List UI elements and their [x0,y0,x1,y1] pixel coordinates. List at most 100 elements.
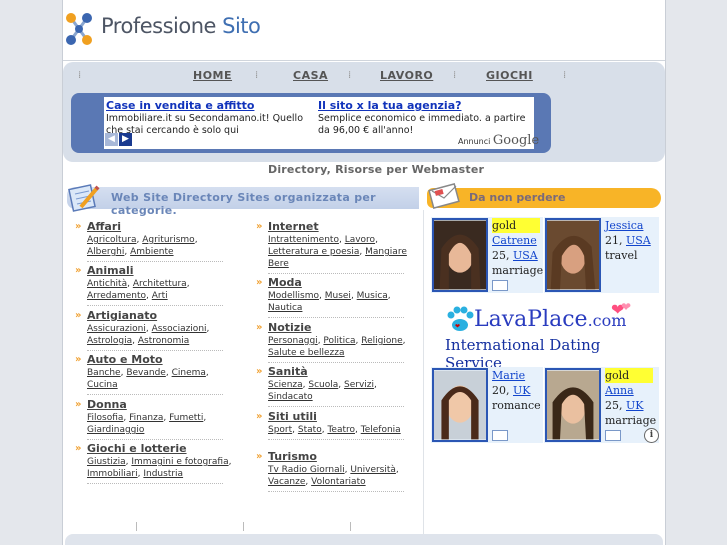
category-link[interactable]: Università [350,465,396,475]
category-link[interactable]: Filosofia [87,413,123,423]
category-link[interactable]: Musica [357,291,388,301]
portrait-image [547,370,599,440]
category-link[interactable]: Alberghi [87,247,124,257]
ads-by-google[interactable]: Annunci Google [458,133,539,148]
category-link[interactable]: Giardinaggio [87,425,144,435]
category-link[interactable]: Servizi [344,380,374,390]
category-link[interactable]: Cucina [87,380,118,390]
category-title[interactable]: Giochi e lotterie [75,442,225,456]
category-link[interactable]: Sport [268,425,292,435]
footer-separator [243,522,244,531]
category-title[interactable]: Auto e Moto [75,353,225,367]
category-link[interactable]: Scienza [268,380,303,390]
category-link[interactable]: Nautica [268,303,302,313]
category-title[interactable]: Turismo [256,450,406,464]
category-title[interactable]: Animali [75,264,225,278]
category-link[interactable]: Giustizia [87,457,126,467]
category-link[interactable]: Cinema [172,368,206,378]
category-link[interactable]: Ambiente [130,247,173,257]
dating-ad[interactable]: gold Catrene 25, USA marriage Jessica 21, US… [431,215,659,445]
profile-photo[interactable] [432,218,488,292]
profile-photo[interactable] [545,218,601,292]
category-link[interactable]: Letteratura e poesia [268,247,359,257]
lavaplace-logo[interactable]: LavaPlace.com [474,307,626,332]
category-link[interactable]: Immagini e fotografia [131,457,228,467]
category-title[interactable]: Donna [75,398,225,412]
category-link[interactable]: Musei [325,291,351,301]
category-title[interactable]: Notizie [256,321,406,335]
ad-left-title[interactable]: Case in vendita e affitto [106,99,254,112]
category-link[interactable]: Lavoro [345,235,375,245]
category-link[interactable]: Bevande [126,368,166,378]
category-link[interactable]: Teatro [327,425,355,435]
nav-giochi[interactable]: GIOCHI [486,69,533,82]
category-link[interactable]: Astrologia [87,336,132,346]
portrait-image [434,220,486,290]
profile-card[interactable]: Jessica 21, USA travel [544,217,659,293]
category-link[interactable]: Fumetti [169,413,203,423]
profile-card[interactable]: gold Catrene 25, USA marriage [431,217,543,293]
profile-country[interactable]: USA [513,249,538,262]
lavaplace-banner[interactable]: ❤ LavaPlace.com ❤ ❤ International Dating … [431,299,659,372]
category-link[interactable]: Banche [87,368,121,378]
category-link[interactable]: Intrattenimento [268,235,339,245]
profile-name[interactable]: Catrene [492,234,537,247]
category-title[interactable]: Siti utili [256,410,406,424]
category-title[interactable]: Internet [256,220,406,234]
category-link[interactable]: Antichità [87,279,127,289]
profile-name[interactable]: Marie [492,369,525,382]
logo-text[interactable]: Professione Sito [101,14,261,38]
profile-card[interactable]: gold Anna 25, UK marriage [544,367,659,443]
category-link[interactable]: Volontariato [311,477,365,487]
category-link[interactable]: Telefonia [361,425,401,435]
category-link[interactable]: Immobiliari [87,469,138,479]
category-link[interactable]: Tv Radio Giornali [268,465,345,475]
category-link[interactable]: Associazioni [152,324,207,334]
message-envelope-icon[interactable] [492,430,508,441]
category-link[interactable]: Astronomia [138,336,189,346]
nav-home[interactable]: HOME [193,69,232,82]
category-link[interactable]: Modellismo [268,291,319,301]
category-link[interactable]: Sindacato [268,392,313,402]
profile-name[interactable]: Jessica [605,219,643,232]
profile-photo[interactable] [545,368,601,442]
category-link[interactable]: Finanza [129,413,163,423]
nav-lavoro[interactable]: LAVORO [380,69,433,82]
info-icon[interactable]: i [644,428,659,443]
profile-country[interactable]: UK [626,399,644,412]
category-link[interactable]: Scuola [308,380,338,390]
category-link[interactable]: Assicurazioni [87,324,146,334]
category-link[interactable]: Architettura [133,279,187,289]
featured-header-text: Da non perdere [469,191,566,204]
category-link[interactable]: Agricoltura [87,235,136,245]
category-link[interactable]: Personaggi [268,336,318,346]
category-link[interactable]: Salute e bellezza [268,348,345,358]
profile-country[interactable]: UK [513,384,531,397]
nav-casa[interactable]: CASA [293,69,328,82]
dotted-divider [268,436,404,440]
ad-next-icon[interactable]: ▶ [119,133,132,146]
profile-name[interactable]: Anna [605,384,634,397]
category-links: Antichità, Architettura, Arredamento, Ar… [87,279,190,301]
category-link[interactable]: Arti [152,291,168,301]
category-link[interactable]: Stato [298,425,322,435]
category-title[interactable]: Sanità [256,365,406,379]
category-title[interactable]: Affari [75,220,225,234]
category-link[interactable]: Vacanze [268,477,305,487]
category-link[interactable]: Politica [323,336,355,346]
category-title[interactable]: Moda [256,276,406,290]
message-envelope-icon[interactable] [605,430,621,441]
category-title[interactable]: Artigianato [75,309,225,323]
profile-card[interactable]: Marie 20, UK romance [431,367,543,443]
message-envelope-icon[interactable] [492,280,508,291]
category-link[interactable]: Arredamento [87,291,146,301]
category-link[interactable]: Religione [361,336,402,346]
ad-right-title[interactable]: Il sito x la tua agenzia? [318,99,462,112]
profile-photo[interactable] [432,368,488,442]
portrait-image [434,370,486,440]
category-link[interactable]: Agriturismo [142,235,194,245]
ad-prev-icon[interactable]: ◀ [105,133,118,146]
dotted-divider [268,270,404,274]
profile-country[interactable]: USA [626,234,651,247]
category-link[interactable]: Industria [143,469,183,479]
